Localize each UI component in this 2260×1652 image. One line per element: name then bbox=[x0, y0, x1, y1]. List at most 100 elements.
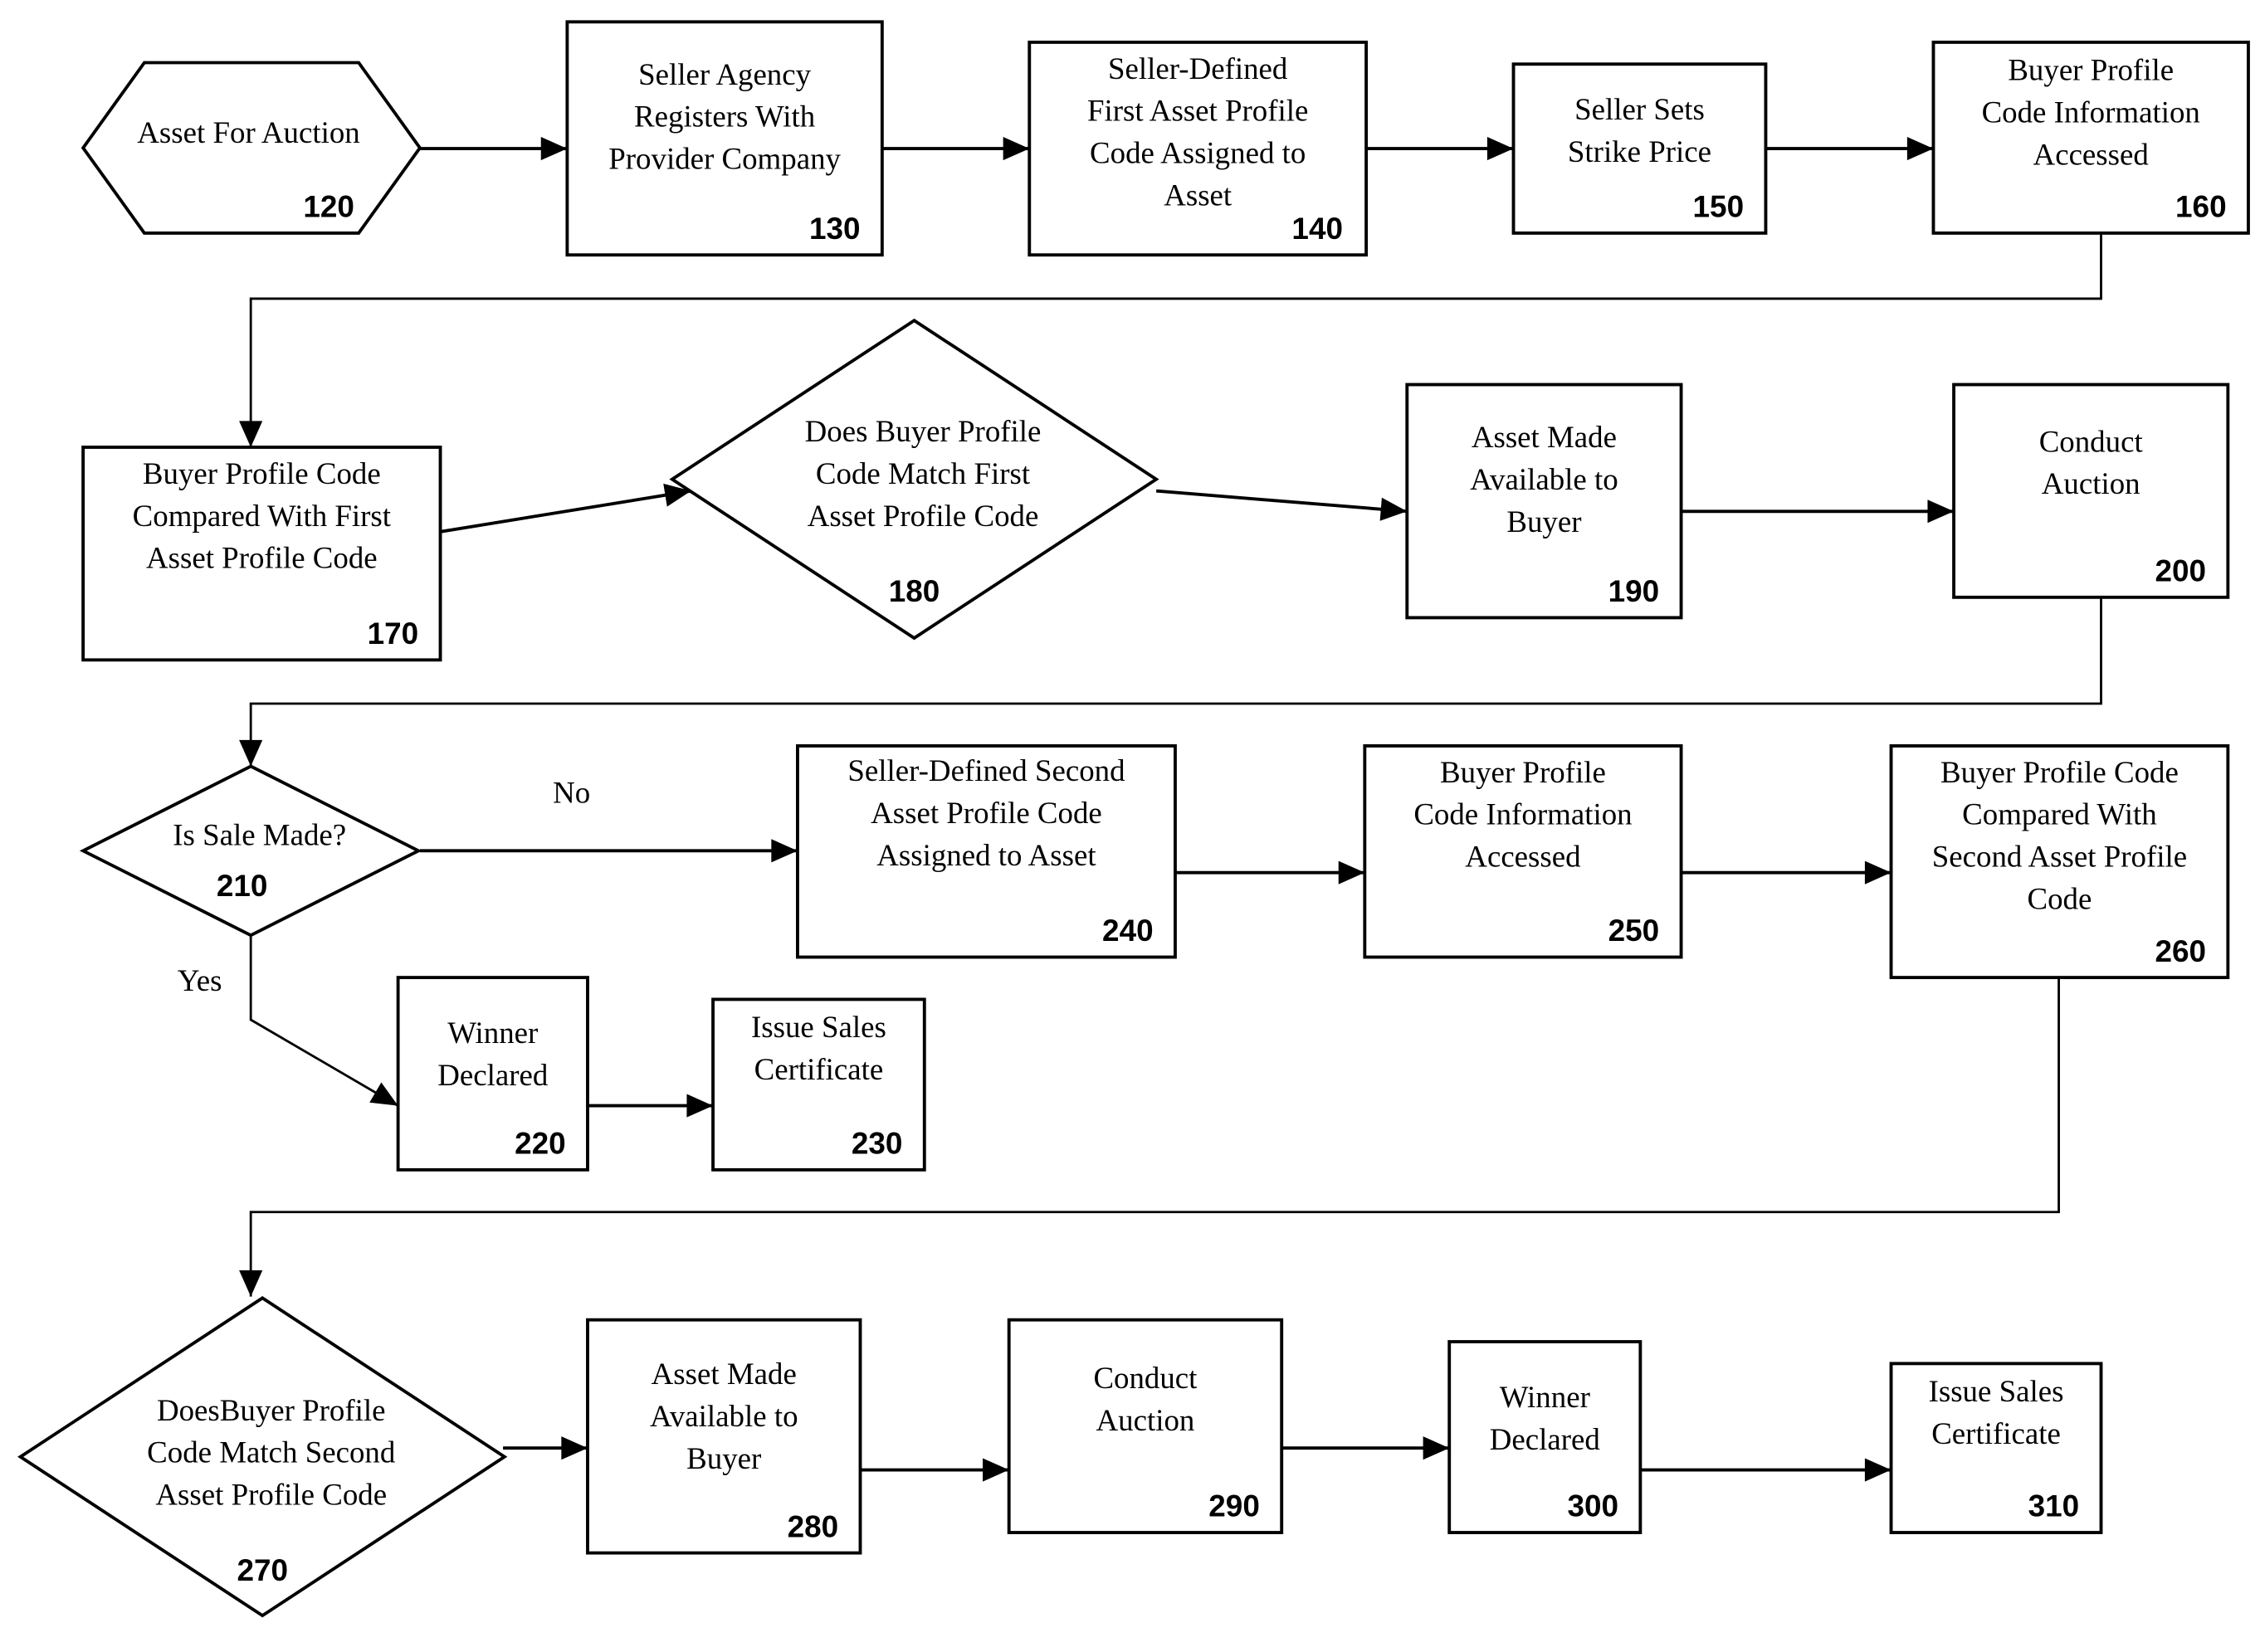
node-label-line: Seller-Defined bbox=[1108, 51, 1287, 85]
node-170: Buyer Profile Code Compared With First Ass… bbox=[81, 446, 442, 662]
connector-line bbox=[440, 489, 692, 534]
reference-number: 120 bbox=[303, 190, 354, 224]
arrowhead-icon bbox=[1864, 1458, 1891, 1482]
node-label-line: Accessed bbox=[2033, 137, 2149, 171]
node-310: Issue Sales Certificate 310 bbox=[1889, 1362, 2103, 1534]
node-270: DoesBuyer Profile Code Match Second Asset … bbox=[17, 1296, 508, 1618]
arrowhead-icon bbox=[1379, 497, 1408, 521]
reference-number: 270 bbox=[237, 1553, 288, 1587]
node-label-line: Buyer bbox=[1506, 504, 1581, 538]
node-230: Issue Sales Certificate 230 bbox=[711, 997, 926, 1172]
node-150: Seller Sets Strike Price 150 bbox=[1511, 62, 1768, 235]
reference-number: 180 bbox=[889, 574, 940, 608]
node-label-line: Conduct bbox=[2039, 424, 2144, 458]
arrowhead-icon bbox=[1423, 1436, 1450, 1460]
edge-220-to-230 bbox=[587, 1094, 714, 1118]
flowchart-canvas: No Yes Asset For Auction 120 Seller Agency R… bbox=[17, 20, 2250, 1618]
node-label-line: Issue Sales bbox=[1929, 1374, 2064, 1408]
connector-line bbox=[249, 597, 2102, 767]
arrowhead-icon bbox=[1338, 860, 1365, 884]
node-160: Buyer Profile Code Information Accessed 160 bbox=[1931, 40, 2250, 235]
node-label-line: Asset Made bbox=[1472, 420, 1617, 454]
node-200: Conduct Auction 200 bbox=[1952, 383, 2230, 599]
arrowhead-icon bbox=[771, 839, 798, 863]
connector-line bbox=[1155, 489, 1408, 514]
node-220: Winner Declared 220 bbox=[396, 976, 589, 1172]
edge-270-to-280 bbox=[503, 1436, 588, 1460]
node-130: Seller Agency Registers With Provider Comp… bbox=[565, 20, 884, 257]
node-label-line: Buyer Profile bbox=[1440, 755, 1606, 789]
edge-300-to-310 bbox=[1640, 1458, 1891, 1482]
edge-290-to-300 bbox=[1281, 1436, 1450, 1460]
node-label-line: Strike Price bbox=[1568, 134, 1711, 168]
edge-130-to-140 bbox=[881, 137, 1030, 161]
node-300: Winner Declared 300 bbox=[1447, 1340, 1643, 1534]
reference-number: 200 bbox=[2155, 554, 2206, 588]
node-label-line: Seller-Defined Second bbox=[847, 753, 1125, 787]
node-label-line: Conduct bbox=[1093, 1361, 1198, 1395]
edge-250-to-260 bbox=[1681, 860, 1891, 884]
node-label-line: Registers With bbox=[634, 100, 815, 134]
arrowhead-icon bbox=[540, 137, 568, 161]
node-label-line: Issue Sales bbox=[751, 1010, 886, 1044]
reference-number: 190 bbox=[1608, 574, 1660, 608]
reference-number: 130 bbox=[809, 212, 861, 246]
node-label-line: Declared bbox=[1490, 1422, 1600, 1456]
edge-170-to-180 bbox=[440, 483, 692, 534]
reference-number: 170 bbox=[368, 616, 419, 651]
node-label-line: Certificate bbox=[1931, 1416, 2061, 1450]
reference-number: 280 bbox=[788, 1509, 839, 1543]
node-label-line: Code Match Second bbox=[147, 1435, 395, 1469]
node-label-line: Code Match First bbox=[816, 456, 1031, 490]
node-label-line: Compared With First bbox=[133, 499, 392, 533]
node-280: Asset Made Available to Buyer 280 bbox=[586, 1318, 862, 1555]
node-label-line: Buyer bbox=[686, 1441, 761, 1475]
node-label-line: Declared bbox=[437, 1058, 548, 1092]
edge-120-to-130 bbox=[419, 137, 568, 161]
edge-140-to-150 bbox=[1366, 137, 1514, 161]
node-190: Asset Made Available to Buyer 190 bbox=[1405, 383, 1683, 620]
node-label-line: Seller Sets bbox=[1574, 92, 1705, 126]
arrowhead-icon bbox=[1864, 860, 1891, 884]
node-label-line: Auction bbox=[1096, 1403, 1195, 1437]
node-label-line: Asset Profile Code bbox=[146, 541, 378, 575]
reference-number: 310 bbox=[2028, 1489, 2080, 1523]
node-label-line: Does Buyer Profile bbox=[805, 414, 1042, 448]
node-180: Does Buyer Profile Code Match First Asset … bbox=[669, 318, 1159, 641]
reference-number: 290 bbox=[1208, 1489, 1260, 1523]
arrowhead-icon bbox=[1003, 137, 1030, 161]
node-label-line: First Asset Profile bbox=[1087, 94, 1308, 128]
node-140: Seller-Defined First Asset Profile Code As… bbox=[1027, 40, 1369, 257]
arrowhead-icon bbox=[369, 1082, 398, 1106]
node-label-line: Available to bbox=[1470, 462, 1618, 496]
reference-number: 210 bbox=[217, 869, 268, 903]
node-label-line: Code Information bbox=[1413, 797, 1632, 831]
node-label-line: Winner bbox=[1500, 1380, 1590, 1414]
node-label-line: Certificate bbox=[754, 1052, 884, 1086]
connector-line bbox=[249, 935, 399, 1107]
node-label-line: Accessed bbox=[1465, 840, 1580, 874]
node-label-line: Asset Profile Code bbox=[808, 499, 1039, 533]
node-label-line: Assigned to Asset bbox=[876, 838, 1096, 872]
edge-210-to-220: Yes bbox=[178, 935, 399, 1107]
edge-180-to-190 bbox=[1155, 489, 1408, 521]
reference-number: 140 bbox=[1291, 212, 1343, 246]
reference-number: 150 bbox=[1693, 190, 1745, 224]
node-label-line: Is Sale Made? bbox=[173, 817, 346, 851]
arrowhead-icon bbox=[686, 1094, 714, 1118]
branch-label-yes: Yes bbox=[178, 963, 222, 997]
node-label-line: Code bbox=[2028, 882, 2092, 916]
node-label-line: DoesBuyer Profile bbox=[157, 1393, 386, 1427]
connector-line bbox=[249, 232, 2102, 448]
arrowhead-icon bbox=[239, 421, 263, 448]
reference-number: 300 bbox=[1567, 1489, 1618, 1523]
reference-number: 240 bbox=[1102, 914, 1154, 948]
arrowhead-icon bbox=[561, 1436, 588, 1460]
branch-label-no: No bbox=[553, 775, 590, 809]
node-label-line: Available to bbox=[650, 1399, 798, 1433]
reference-number: 220 bbox=[515, 1127, 566, 1161]
node-label-line: Asset Profile Code bbox=[155, 1478, 387, 1512]
node-label-line: Buyer Profile bbox=[2008, 53, 2174, 87]
edge-160-to-170 bbox=[239, 232, 2102, 448]
node-label-line: Asset Profile Code bbox=[871, 796, 1102, 830]
